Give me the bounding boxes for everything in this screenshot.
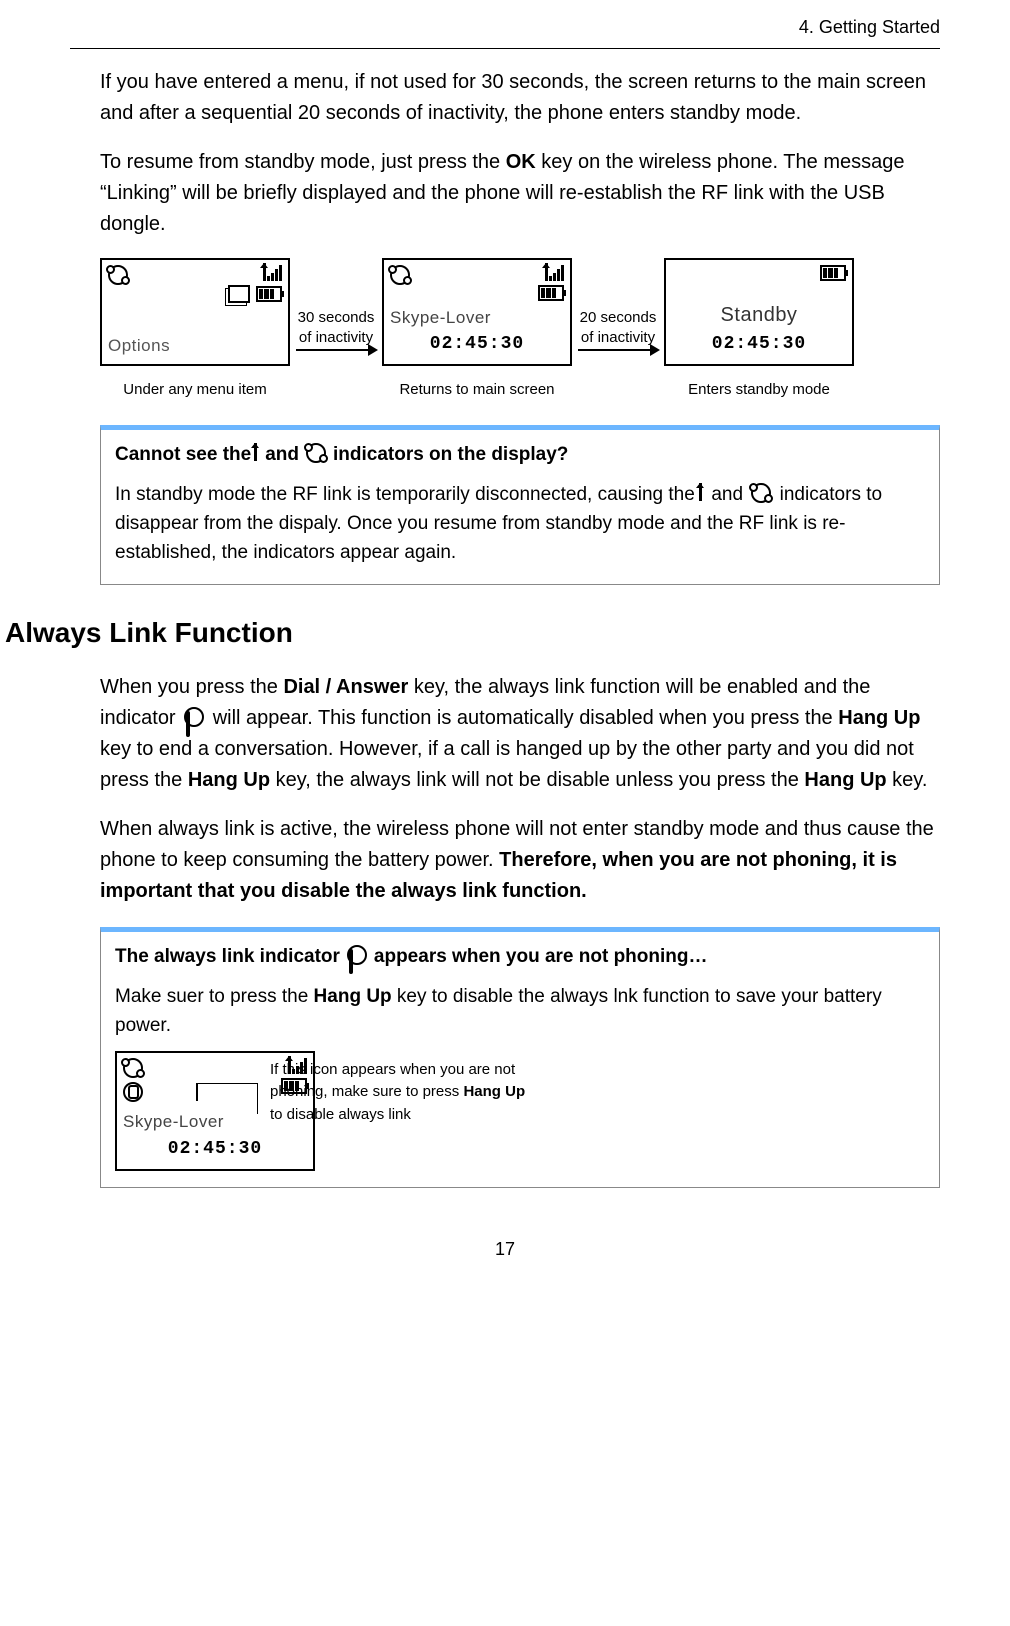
standby-label: Standby (721, 300, 798, 331)
callout-pointer (197, 1083, 258, 1114)
flow-stage-2: Skype-Lover 02:45:30 Returns to main scr… (382, 258, 572, 401)
battery-icon (256, 286, 282, 302)
flow-stage-3: Standby 02:45:30 Enters standby mode (664, 258, 854, 401)
paragraph-1: If you have entered a menu, if not used … (100, 67, 940, 129)
signal-icon (292, 1058, 307, 1074)
clock-time: 02:45:30 (712, 331, 806, 359)
sim-card-icon (228, 285, 250, 303)
skype-status-icon (123, 1058, 143, 1078)
note-inner-diagram: Skype-Lover 02:45:30 If this icon appear… (115, 1051, 925, 1171)
chapter-title: 4. Getting Started (799, 17, 940, 37)
paragraph-3: When you press the Dial / Answer key, th… (100, 672, 940, 796)
phone-screen-options: Options (100, 258, 290, 366)
phone-screen-standby: Standby 02:45:30 (664, 258, 854, 366)
page-number: 17 (70, 1236, 940, 1264)
battery-icon (538, 285, 564, 301)
flow-arrow-1: 30 seconds of inactivity (296, 309, 376, 351)
signal-icon (549, 265, 564, 281)
always-link-icon (184, 707, 204, 727)
battery-icon (281, 1078, 307, 1094)
flow-caption-3: Enters standby mode (688, 378, 830, 401)
user-name: Skype-Lover (390, 305, 491, 331)
clock-time: 02:45:30 (168, 1136, 262, 1164)
callout-text: If this icon appears when you are not ph… (270, 1059, 530, 1127)
section-heading-always-link: Always Link Function (5, 611, 940, 654)
note-body: In standby mode the RF link is temporari… (115, 480, 925, 568)
skype-status-icon (108, 265, 128, 285)
flow-stage-1: Options Under any menu item (100, 258, 290, 401)
flow-caption-1: Under any menu item (123, 378, 266, 401)
battery-icon (820, 265, 846, 281)
skype-status-icon (390, 265, 410, 285)
standby-flow-diagram: Options Under any menu item 30 seconds o… (100, 258, 940, 401)
paragraph-2: To resume from standby mode, just press … (100, 147, 940, 240)
paragraph-4: When always link is active, the wireless… (100, 814, 940, 907)
note-body: Make suer to press the Hang Up key to di… (115, 982, 925, 1041)
phone-screen-main: Skype-Lover 02:45:30 (382, 258, 572, 366)
note-box-always-link: The always link indicator appears when y… (100, 927, 940, 1187)
note-title: The always link indicator appears when y… (115, 942, 925, 971)
clock-time: 02:45:30 (430, 331, 524, 359)
note-title: Cannot see the and indicators on the dis… (115, 440, 925, 469)
always-link-icon (123, 1082, 143, 1102)
chapter-header: 4. Getting Started (70, 0, 940, 49)
skype-status-icon (306, 443, 326, 463)
skype-status-icon (751, 483, 771, 503)
always-link-icon (347, 945, 367, 965)
softkey-label: Options (108, 333, 282, 359)
note-box-indicators: Cannot see the and indicators on the dis… (100, 425, 940, 585)
flow-caption-2: Returns to main screen (399, 378, 554, 401)
flow-arrow-2: 20 seconds of inactivity (578, 309, 658, 351)
signal-icon (267, 265, 282, 281)
